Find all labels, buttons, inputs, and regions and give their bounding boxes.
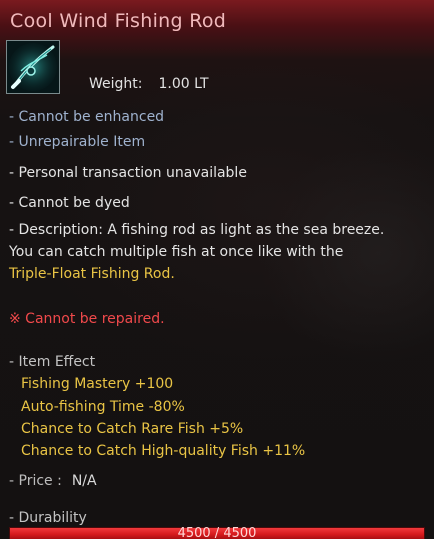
fishing-rod-icon [6,40,60,94]
weight-label: Weight: [89,76,143,92]
durability-bar: 4500 / 4500 [9,526,425,539]
background-shade [250,150,434,380]
description-line-3: Triple-Float Fishing Rod. [9,266,175,282]
effect-auto-fishing-time: Auto-fishing Time -80% [21,399,185,415]
item-effect-header: - Item Effect [9,354,96,370]
transaction-note: - Personal transaction unavailable [9,165,247,181]
price-label: - Price : [9,473,62,489]
description-line-2: You can catch multiple fish at once like… [9,244,344,260]
durability-text: 4500 / 4500 [177,526,257,539]
item-tooltip: Cool Wind Fishing Rod Weight: 1.00 LT - C… [0,0,434,539]
weight-row: Weight: 1.00 LT [89,76,209,92]
unrepairable-note: - Unrepairable Item [9,134,146,150]
price-value: N/A [71,473,97,489]
effect-fishing-mastery: Fishing Mastery +100 [21,376,174,392]
dye-note: - Cannot be dyed [9,195,130,211]
cannot-enhance-note: - Cannot be enhanced [9,109,165,125]
durability-label: - Durability [9,510,87,526]
effect-high-quality-fish-chance: Chance to Catch High-quality Fish +11% [21,443,306,459]
price-row: - Price : N/A [9,472,97,490]
weight-value: 1.00 LT [158,76,209,92]
description-line-1: - Description: A fishing rod as light as… [9,222,385,238]
effect-rare-fish-chance: Chance to Catch Rare Fish +5% [21,421,244,437]
cannot-repair-warning: ※ Cannot be repaired. [9,311,165,327]
item-name: Cool Wind Fishing Rod [10,10,227,32]
